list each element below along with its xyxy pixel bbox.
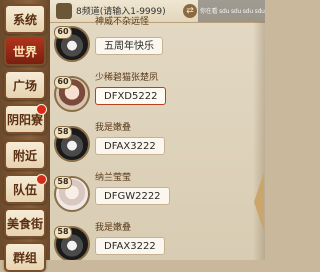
tab-team[interactable]: 队伍 xyxy=(4,174,47,204)
tab-label: 世界 xyxy=(12,44,37,59)
sender-name[interactable]: 神威不杂远怪 xyxy=(95,14,149,27)
level-badge: 58 xyxy=(54,126,72,139)
tab-label: 队伍 xyxy=(12,182,37,197)
message-bubble: DFAX3222 xyxy=(95,237,165,255)
message-bubble: DFGW2222 xyxy=(95,187,170,205)
level-badge: 60 xyxy=(54,26,72,39)
tab-label: 附近 xyxy=(12,148,37,163)
level-badge: 58 xyxy=(54,176,72,189)
sender-name[interactable]: 纳兰莹莹 xyxy=(95,170,131,183)
overlay-banner: 你在看 sdu sdu sdu sdu xyxy=(198,0,265,22)
chat-panel: 8频道(请输入1-9999) ⇄ 你在看 sdu sdu sdu sdu 60 … xyxy=(50,0,265,260)
tab-guild[interactable]: 阴阳寮 xyxy=(4,104,47,134)
panel-edge xyxy=(253,22,265,260)
message-bubble: 五周年快乐 xyxy=(95,37,163,55)
tab-food-street[interactable]: 美食街 xyxy=(4,208,46,238)
channel-icon xyxy=(56,3,72,19)
overlay-text: 你在看 sdu sdu sdu sdu xyxy=(200,8,265,15)
sender-name[interactable]: 我是嫩叠 xyxy=(95,120,131,133)
swap-channel-icon[interactable]: ⇄ xyxy=(183,4,197,18)
level-badge: 60 xyxy=(54,76,72,89)
sender-name[interactable]: 我是嫩叠 xyxy=(95,220,131,233)
tab-group[interactable]: 群组 xyxy=(4,242,46,272)
message-bubble: DFAX3222 xyxy=(95,137,165,155)
tab-world[interactable]: 世界 xyxy=(4,36,46,66)
sender-name[interactable]: 少稀碧猫张楚夙 xyxy=(95,70,158,83)
tab-label: 美食街 xyxy=(6,216,43,231)
tab-label: 系统 xyxy=(12,12,37,27)
collapse-arrow-icon[interactable] xyxy=(254,172,264,232)
notification-dot xyxy=(36,174,47,185)
tab-label: 广场 xyxy=(12,78,37,93)
tab-nearby[interactable]: 附近 xyxy=(4,140,46,170)
tab-system[interactable]: 系统 xyxy=(4,4,46,34)
notification-dot xyxy=(36,104,47,115)
channel-tab-column: 系统 世界 广场 阴阳寮 附近 队伍 美食街 群组 xyxy=(0,0,50,272)
tab-label: 群组 xyxy=(12,250,37,265)
level-badge: 58 xyxy=(54,226,72,239)
message-bubble: DFXD5222 xyxy=(95,87,167,105)
tab-square[interactable]: 广场 xyxy=(4,70,46,100)
